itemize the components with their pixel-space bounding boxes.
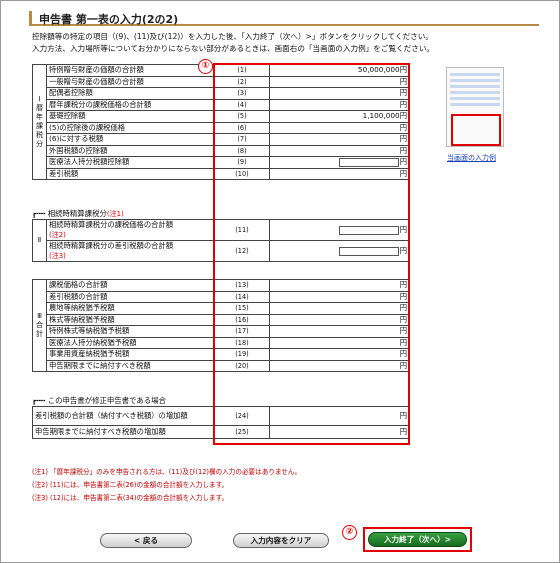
row-label: 株式等納税猶予税額 [46, 313, 215, 326]
thumb-highlight [451, 114, 501, 146]
row-label-text: 差引税額の合計額 [49, 291, 108, 301]
row-label-text: 医療法人持分税額控除額 [49, 157, 130, 167]
row-label-text: 暦年課税分の課税価格の合計額 [49, 99, 152, 109]
row-label: 特例株式等納税猶予税額 [46, 325, 215, 338]
thumb-row [450, 103, 500, 106]
category-char: 年 [36, 113, 43, 121]
example-thumbnail[interactable] [446, 67, 504, 147]
category-char: 課 [36, 122, 43, 130]
row-label: 申告期限までに納付すべき税額 [46, 359, 215, 372]
row-label-text: 農地等納税猶予税額 [49, 303, 115, 313]
row-label: 差引税額の合計額（納付すべき税額）の増加額 [32, 406, 215, 426]
section2-heading-text: 相続時精算課税分 [47, 209, 107, 218]
row-label-text: 基礎控除額 [49, 111, 86, 121]
row-label: 差引税額 [46, 167, 215, 180]
page-title: 申告書 第一表の入力(2の2) [39, 13, 179, 26]
row-label-text: 配偶者控除額 [49, 88, 93, 98]
row-label: 相続時精算課税分の差引税額の合計額 (注3) [46, 240, 215, 262]
clear-button[interactable]: 入力内容をクリア [233, 533, 329, 548]
section2-heading-note: (注1) [106, 210, 124, 218]
row-label-text: 一般贈与財産の価額の合計額 [49, 76, 144, 86]
row-label-text: 課税価格の合計額 [49, 280, 108, 290]
row-label-text: 相続時精算課税分の差引税額の合計額 [49, 241, 174, 250]
note-3: (注3) (12)には、申告書第二表(34)の金額の合計額を入力します。 [32, 494, 229, 502]
thumb-row [450, 97, 500, 100]
row-label-text: 差引税額 [49, 168, 79, 178]
row-label: 特例贈与財産の価額の合計額 [46, 64, 215, 77]
example-link[interactable]: 当画面の入力例 [447, 153, 496, 163]
row-note: (注3) [49, 252, 66, 260]
row-label: 事業用資産納税猶予税額 [46, 348, 215, 361]
section2-heading-bracket: ┏╍╍ [32, 209, 46, 218]
section-category: Ⅲ合計 [32, 279, 47, 372]
category-char: 計 [36, 330, 43, 338]
instructions: 控除額等の特定の項目（(9)、(11)及び(12)）を入力した後、「入力終了（次… [32, 31, 532, 55]
section-category: Ⅰ暦年課税分 [32, 64, 47, 180]
category-char: 税 [36, 131, 43, 139]
category-char: 分 [36, 140, 43, 148]
row-label: 医療法人持分納税猶予税額 [46, 336, 215, 349]
note-1: (注1) 「暦年課税分」のみを申告される方は、(11)及び(12)欄の入力の必要… [32, 468, 302, 476]
row-label-text: 株式等納税猶予税額 [49, 314, 115, 324]
section4-heading-bracket: ┏╍╍ [32, 396, 46, 405]
category-char: 暦 [36, 104, 43, 112]
row-note: (注2) [49, 231, 66, 239]
thumb-row [450, 91, 500, 94]
marker-1: ① [198, 59, 213, 74]
thumb-row [450, 79, 500, 82]
row-label-text: 特例株式等納税猶予税額 [49, 326, 130, 336]
row-label: 一般贈与財産の価額の合計額 [46, 75, 215, 88]
next-button[interactable]: 入力終了（次へ）> [368, 532, 467, 547]
row-label: 暦年課税分の課税価格の合計額 [46, 98, 215, 111]
page-header: 申告書 第一表の入力(2の2) [29, 8, 539, 26]
notes: (注1) 「暦年課税分」のみを申告される方は、(11)及び(12)欄の入力の必要… [32, 466, 301, 505]
instruction-line-1: 控除額等の特定の項目（(9)、(11)及び(12)）を入力した後、「入力終了（次… [32, 32, 433, 41]
section2-heading: ┏╍╍ 相続時精算課税分(注1) [32, 208, 124, 219]
category-char: 合 [36, 321, 43, 329]
thumb-row [450, 73, 500, 76]
row-label-text: (5)の控除後の課税価格 [49, 122, 126, 132]
note-2: (注2) (11)には、申告書第二表(26)の金額の合計額を入力します。 [32, 481, 229, 489]
row-label: 差引税額の合計額 [46, 290, 215, 303]
thumb-row [450, 85, 500, 88]
row-label-text: 外国税額の控除額 [49, 145, 108, 155]
category-char: Ⅲ [37, 312, 42, 320]
category-char: Ⅰ [38, 95, 41, 103]
window-frame: 申告書 第一表の入力(2の2) 控除額等の特定の項目（(9)、(11)及び(12… [0, 0, 560, 563]
row-label: 基礎控除額 [46, 110, 215, 123]
row-label: 課税価格の合計額 [46, 279, 215, 292]
row-label-text: 医療法人持分納税猶予税額 [49, 337, 137, 347]
title-bar-marker [29, 11, 32, 24]
row-label-text: 相続時精算課税分の課税価格の合計額 [49, 220, 174, 229]
row-label: 相続時精算課税分の課税価格の合計額 (注2) [46, 219, 215, 241]
instruction-line-2: 入力方法、入力場所等についてお分かりにならない部分があるときは、画面右の「当画面… [32, 44, 435, 53]
row-label: (6)に対する税額 [46, 133, 215, 146]
section4-heading: ┏╍╍ この申告書が修正申告書である場合 [32, 395, 166, 406]
back-button[interactable]: < 戻る [100, 533, 192, 548]
highlight-frame-1 [213, 63, 410, 445]
row-label-text: 事業用資産納税猶予税額 [49, 349, 130, 359]
section-category: Ⅱ [32, 219, 47, 262]
row-label-text: 特例贈与財産の価額の合計額 [49, 65, 144, 75]
row-label: (5)の控除後の課税価格 [46, 121, 215, 134]
marker-2: ② [342, 525, 357, 540]
row-label: 医療法人持分税額控除額 [46, 156, 215, 169]
section4-heading-text: この申告書が修正申告書である場合 [47, 396, 166, 405]
row-label: 農地等納税猶予税額 [46, 302, 215, 315]
row-label: 外国税額の控除額 [46, 144, 215, 157]
row-label: 申告期限までに納付すべき税額の増加額 [32, 425, 215, 439]
row-label: 配偶者控除額 [46, 87, 215, 100]
row-label-text: (6)に対する税額 [49, 134, 104, 144]
row-label-text: 申告期限までに納付すべき税額 [49, 360, 151, 370]
